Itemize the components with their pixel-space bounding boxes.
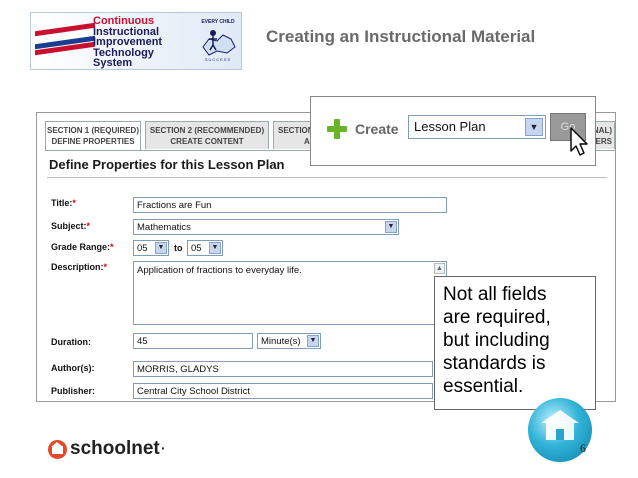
title-input[interactable]: Fractions are Fun [133,197,447,213]
publisher-input[interactable]: Central City School District [133,383,433,399]
note-line-2: are required, [443,307,551,328]
schoolnet-wordmark: schoolnet· [70,438,166,460]
description-required-mark: * [103,262,108,272]
subject-select[interactable]: Mathematics ▼ [133,219,399,235]
grade-to-text: to [174,243,183,253]
duration-input[interactable]: 45 [133,333,253,349]
authors-label: Author(s): [51,363,95,373]
schoolnet-mark: · [159,438,167,459]
tab-section-1-line2: DEFINE PROPERTIES [51,137,135,146]
logo-word-1: Continuous [93,15,155,27]
chevron-down-icon: ▼ [209,242,221,254]
grade-to-value: 05 [191,243,202,254]
publisher-label: Publisher: [51,386,96,396]
description-textarea[interactable]: Application of fractions to everyday lif… [133,261,447,325]
tab-section-2-line2: CREATE CONTENT [170,137,244,146]
tab-section-2-line1: SECTION 2 (RECOMMENDED) [149,126,265,135]
slide-title: Creating an Instructional Material [266,27,536,46]
ciits-logo: Continuous Instructional Improvement Tec… [30,12,242,70]
description-label-text: Description: [51,262,104,272]
schoolnet-brand: schoolnet [70,438,160,459]
grade-from-select[interactable]: 05 ▼ [133,240,169,256]
grade-to-select[interactable]: 05 ▼ [187,240,223,256]
grade-from-value: 05 [137,243,148,254]
tab-section-1-line1: SECTION 1 (REQUIRED) [46,126,139,135]
logo-words: Continuous Instructional Improvement Tec… [93,16,162,69]
chevron-down-icon: ▼ [155,242,167,254]
description-label: Description:* [51,262,107,272]
note-line-1: Not all fields [443,284,547,305]
logo-word-5: System [93,57,133,70]
authors-input[interactable]: MORRIS, GLADYS [133,361,433,377]
material-type-value: Lesson Plan [414,119,486,134]
duration-label: Duration: [51,337,91,347]
material-type-select[interactable]: Lesson Plan ▼ [408,115,546,139]
form-heading: Define Properties for this Lesson Plan [49,157,285,172]
seal-bottom-text: SUCCESS [204,57,232,62]
chevron-down-icon: ▼ [385,221,397,233]
flag-icon [35,22,95,57]
grade-required-mark: * [110,242,114,252]
create-material-toolbar: Create Lesson Plan ▼ Go [310,96,596,166]
note-line-3: but including [443,330,550,351]
grade-range-label-text: Grade Range: [51,242,111,252]
tab-section-1[interactable]: SECTION 1 (REQUIRED) DEFINE PROPERTIES [45,121,141,151]
note-callout: Not all fields are required, but includi… [434,276,596,410]
create-label: Create [355,121,399,137]
note-line-5: essential. [443,376,524,397]
plus-icon [327,119,347,139]
subject-label-text: Subject: [51,221,87,231]
description-value: Application of fractions to everyday lif… [137,265,302,276]
title-label: Title:* [51,198,76,208]
tab-section-2[interactable]: SECTION 2 (RECOMMENDED) CREATE CONTENT [145,121,269,149]
title-required-mark: * [72,198,76,208]
mouse-pointer-icon [570,127,588,156]
title-label-text: Title: [51,198,73,208]
scroll-up-icon[interactable]: ▲ [434,263,445,274]
subject-required-mark: * [86,221,91,231]
every-child-seal-icon: EVERY CHILD SUCCESS [197,19,239,65]
grade-range-label: Grade Range:* [51,242,114,252]
note-line-4: standards is [443,353,546,374]
duration-unit-select[interactable]: Minute(s) ▼ [257,333,321,349]
chevron-down-icon: ▼ [525,118,543,136]
schoolnet-home-icon [48,440,67,459]
heading-divider [47,177,607,178]
subject-select-value: Mathematics [137,222,191,233]
chevron-down-icon: ▼ [307,335,319,347]
duration-unit-value: Minute(s) [261,336,301,347]
page-number: 6 [580,441,586,455]
subject-label: Subject:* [51,221,90,231]
